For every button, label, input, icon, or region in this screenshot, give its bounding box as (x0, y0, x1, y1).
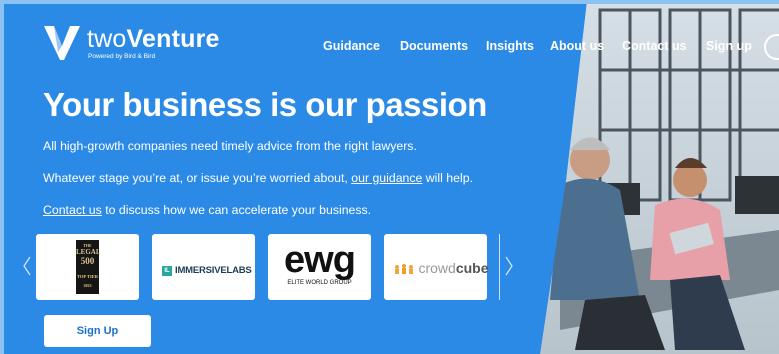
brand-subtitle: Powered by Bird & Bird (88, 53, 156, 60)
hero-line-2: Whatever stage you’re at, or issue you’r… (43, 171, 473, 185)
crowdcube-text-bold: cube (455, 260, 489, 276)
crowdcube-logo: crowdcube (394, 260, 489, 278)
carousel-divider (499, 234, 500, 300)
nav-documents[interactable]: Documents (400, 39, 468, 53)
hero-line-3: Contact us to discuss how we can acceler… (43, 203, 371, 217)
partner-card-ewg[interactable]: ewg ELITE WORLD GROUP (268, 234, 371, 300)
page: twoVenture Powered by Bird & Bird Guidan… (0, 0, 779, 354)
contact-us-link[interactable]: Contact us (43, 203, 102, 217)
brand-name-light: two (87, 25, 127, 53)
nav-guidance[interactable]: Guidance (323, 39, 380, 53)
top-border (0, 0, 779, 4)
ewg-logo-sub: ELITE WORLD GROUP (287, 280, 352, 286)
immersivelabs-badge: IL (162, 265, 172, 276)
left-border (0, 0, 4, 354)
twoventure-logo-icon[interactable] (44, 26, 80, 60)
immersivelabs-text: IMMERSIVELABS (175, 265, 252, 277)
hero-line-2-text: Whatever stage you’re at, or issue you’r… (43, 171, 352, 185)
nav-sign-up[interactable]: Sign up (706, 39, 752, 53)
partner-card-immersivelabs[interactable]: IL IMMERSIVELABS (152, 234, 255, 300)
carousel-prev-icon[interactable] (22, 256, 32, 276)
brand-name[interactable]: twoVenture (87, 25, 220, 54)
legal-500-year: 2023 (83, 283, 92, 288)
hero-line-3-text: to discuss how we can accelerate your bu… (101, 203, 372, 217)
hero-line-1: All high-growth companies need timely ad… (43, 139, 417, 153)
legal-500-legal: LEGAL (76, 248, 101, 256)
legal-500-number: 500 (80, 256, 95, 266)
sign-up-button[interactable]: Sign Up (44, 315, 151, 347)
our-guidance-link[interactable]: our guidance (351, 171, 422, 185)
crowdcube-text-light: crowd (418, 260, 456, 276)
hero-title: Your business is our passion (43, 86, 487, 123)
nav-contact-us[interactable]: Contact us (622, 39, 687, 53)
carousel-next-icon[interactable] (504, 256, 514, 276)
nav-insights[interactable]: Insights (486, 39, 534, 53)
legal-500-tier: TOP TIER (77, 274, 98, 279)
immersivelabs-logo: IL IMMERSIVELABS (162, 262, 252, 280)
partner-card-crowdcube[interactable]: crowdcube (384, 234, 489, 300)
nav-about-us[interactable]: About us (550, 39, 604, 53)
ewg-logo-text: ewg (284, 239, 356, 281)
partner-card-legal-500[interactable]: THE LEGAL 500 TOP TIER 2023 (36, 234, 139, 300)
brand-name-bold: Venture (126, 25, 220, 53)
crowdcube-people-icon (395, 263, 413, 274)
legal-500-logo: THE LEGAL 500 TOP TIER 2023 (76, 240, 101, 294)
crowdcube-text: crowdcube (418, 260, 488, 276)
hero-line-2-end: will help. (422, 171, 473, 185)
